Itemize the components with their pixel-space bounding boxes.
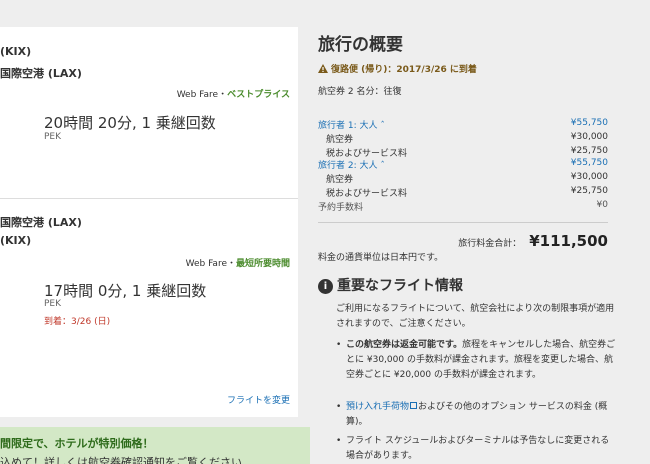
total-amount: ¥111,500 — [529, 232, 608, 250]
change-flight-link[interactable]: フライトを変更 — [227, 393, 290, 406]
traveler-label: 旅行者 1: 大人 ˆ — [318, 121, 385, 131]
total-label: 旅行料金合計： — [458, 239, 522, 249]
summary-title: 旅行の概要 — [318, 35, 403, 55]
baggage-item: 預け入れ手荷物およびその他のオプション サービスの料金 (概算)。 — [334, 400, 616, 430]
traveler-2-toggle[interactable]: 旅行者 2: 大人 ˆ ¥55,750 — [318, 158, 608, 171]
external-link-icon — [410, 402, 418, 409]
fare-type: Web Fare・ベストプライス — [176, 90, 290, 100]
important-info-heading: i 重要なフライト情報 — [318, 275, 463, 295]
line-item: 税およびサービス料 ¥25,750 — [326, 186, 608, 199]
flight-duration: 20時間 20分, 1 乗継回数 — [44, 114, 216, 132]
booking-fee-row: 予約手数料 ¥0 — [318, 200, 608, 213]
divider — [0, 198, 298, 199]
info-icon: i — [318, 279, 333, 294]
ticket-count: 航空券 2 名分：往復 — [318, 87, 402, 97]
return-notice: 復路便 (帰り)：2017/3/26 に到着 — [318, 62, 477, 75]
promo-title: 間限定で、ホテルが特別価格！ — [0, 437, 154, 450]
warning-icon — [318, 64, 328, 73]
restrictions-intro: ご利用になるフライトについて、航空会社により次の制限事項が適用されますので、ご注… — [336, 304, 615, 329]
destination-airport: 国際空港 (LAX) — [0, 67, 82, 80]
currency-note: 料金の通貨単位は日本円です。 — [318, 253, 444, 263]
traveler-amount: ¥55,750 — [570, 158, 608, 168]
layover-code: PEK — [44, 299, 62, 309]
traveler-label: 旅行者 2: 大人 ˆ — [318, 161, 385, 171]
trip-total: 旅行料金合計： ¥111,500 — [458, 231, 608, 250]
origin-airport: (KIX) — [0, 45, 32, 58]
fare-type: Web Fare・最短所要時間 — [185, 259, 290, 269]
refund-policy-item: この航空券は返金可能です。旅程をキャンセルした場合、航空券ごとに ¥30,000… — [334, 338, 616, 383]
trip-summary-panel: 旅行の概要 復路便 (帰り)：2017/3/26 に到着 航空券 2 名分：往復… — [318, 0, 618, 464]
divider — [318, 222, 608, 223]
traveler-1-toggle[interactable]: 旅行者 1: 大人 ˆ ¥55,750 — [318, 118, 608, 131]
fare-tag: 最短所要時間 — [235, 259, 290, 269]
checked-baggage-link[interactable]: 預け入れ手荷物 — [346, 402, 409, 412]
flight-details-panel: (KIX) 国際空港 (LAX) Web Fare・ベストプライス 20時間 2… — [0, 27, 310, 464]
destination-airport: (KIX) — [0, 234, 32, 247]
fare-tag: ベストプライス — [227, 90, 290, 100]
flight-duration: 17時間 0分, 1 乗継回数 — [44, 282, 207, 300]
hotel-promo-banner[interactable]: 間限定で、ホテルが特別価格！ 込めて！詳しくは航空券確認通知をご覧ください — [0, 427, 310, 464]
flight-card: (KIX) 国際空港 (LAX) Web Fare・ベストプライス 20時間 2… — [0, 27, 298, 417]
origin-airport: 国際空港 (LAX) — [0, 216, 82, 229]
arrival-date: 到着：3/26 (日) — [44, 317, 111, 327]
line-item: 航空券 ¥30,000 — [326, 172, 608, 185]
line-item: 航空券 ¥30,000 — [326, 132, 608, 145]
schedule-change-item: フライト スケジュールおよびターミナルは予告なしに変更される場合があります。 — [334, 434, 616, 464]
promo-text: 込めて！詳しくは航空券確認通知をご覧ください — [0, 456, 242, 464]
traveler-amount: ¥55,750 — [570, 118, 608, 128]
layover-code: PEK — [44, 132, 62, 142]
